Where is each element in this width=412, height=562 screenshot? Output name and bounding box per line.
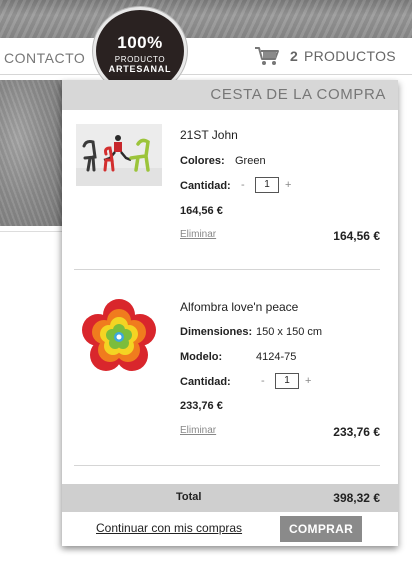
unit-price: 164,56 € — [180, 205, 223, 217]
navbar-divider — [0, 74, 412, 75]
line-total: 164,56 € — [333, 229, 380, 243]
quantity-label: Cantidad: — [180, 376, 231, 388]
line-total: 233,76 € — [333, 425, 380, 439]
quantity-input[interactable]: 1 — [275, 373, 299, 389]
attribute-value: 4124-75 — [256, 351, 297, 363]
unit-price: 233,76 € — [180, 400, 223, 412]
quantity-increment-button[interactable]: + — [305, 375, 311, 387]
quantity-decrement-button[interactable]: - — [261, 375, 265, 387]
cart-count[interactable]: 2 — [290, 48, 298, 64]
cart-icon[interactable] — [254, 45, 280, 67]
background-photo — [0, 80, 62, 228]
attribute-label: Modelo: — [180, 351, 223, 363]
quantity-increment-button[interactable]: + — [285, 179, 291, 191]
cart-title: CESTA DE LA COMPRA — [210, 86, 386, 103]
total-value: 398,32 € — [333, 491, 380, 505]
total-label: Total — [176, 491, 202, 503]
checkout-button[interactable]: COMPRAR — [280, 516, 362, 542]
quantity-label: Cantidad: — [180, 180, 231, 192]
badge-line-2: ARTESANAL — [108, 64, 172, 74]
item-divider — [74, 465, 380, 466]
item-name[interactable]: 21ST John — [180, 128, 238, 142]
quantity-decrement-button[interactable]: - — [241, 179, 245, 191]
cart-dropdown-panel: CESTA DE LA COMPRA 21ST John Colores: Gr… — [62, 80, 398, 546]
cart-label[interactable]: PRODUCTOS — [304, 48, 396, 64]
badge-line-1: PRODUCTO — [114, 55, 166, 64]
chairs-photo-icon[interactable] — [76, 124, 162, 186]
nav-link-contacto[interactable]: CONTACTO — [4, 50, 85, 66]
cart-panel-header: CESTA DE LA COMPRA — [62, 80, 398, 110]
background-photo-frame — [0, 226, 62, 232]
quantity-input[interactable]: 1 — [255, 177, 279, 193]
attribute-label: Dimensiones: — [180, 326, 253, 338]
continue-shopping-link[interactable]: Continuar con mis compras — [96, 521, 242, 535]
attribute-value: 150 x 150 cm — [256, 326, 323, 338]
attribute-value: Green — [235, 155, 266, 167]
item-divider — [74, 269, 380, 270]
badge-percent: 100% — [117, 33, 163, 52]
remove-item-link[interactable]: Eliminar — [180, 425, 216, 436]
cart-total-bar: Total 398,32 € — [62, 484, 398, 512]
item-name[interactable]: Alfombra love'n peace — [180, 300, 298, 314]
header-background-texture — [0, 0, 412, 38]
flower-rug-photo-icon[interactable] — [76, 294, 162, 380]
remove-item-link[interactable]: Eliminar — [180, 229, 216, 240]
attribute-label: Colores: — [180, 155, 225, 167]
